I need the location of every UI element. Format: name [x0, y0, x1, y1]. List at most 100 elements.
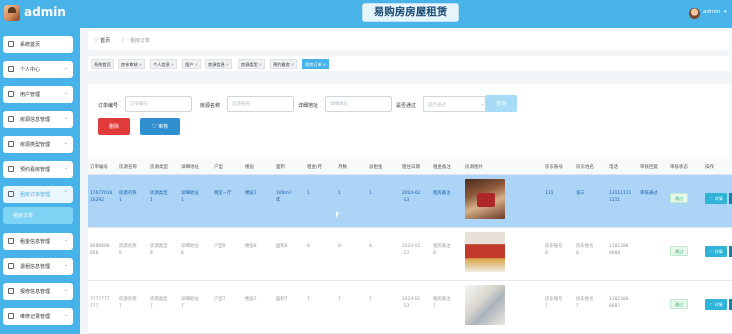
chevron-down-icon: ⌄ [63, 237, 68, 243]
table-row[interactable]: 8888888 888 房源名称 8 房源类型 8 详细地址 8 户型8 楼层8… [88, 228, 732, 281]
cell-rent-month: 8 [307, 244, 310, 249]
sidebar-item-repair-request[interactable]: 报修信息管理 ⌄ [3, 283, 73, 300]
sidebar-item-label: 系统首页 [20, 42, 41, 48]
search-panel: 订单编号 房源名称 详细地址 是否通过 是否通过 ⌄ 查询 删除 ♡ 审核 [88, 84, 730, 163]
th-rent-note: 租金备注 [433, 165, 451, 170]
chevron-down-icon: ⌄ [63, 65, 68, 71]
user-name[interactable]: admin [703, 9, 720, 15]
sidebar-item-house-type[interactable]: 房源类型管理 ⌄ [3, 136, 73, 153]
cell-layout: 户型7 [214, 297, 226, 302]
house-icon [8, 116, 14, 122]
th-total-rent: 总租金 [369, 165, 383, 170]
close-icon[interactable]: × [291, 62, 295, 67]
sidebar-subitem-label: 租房订单 [13, 213, 34, 219]
house-image[interactable] [465, 179, 505, 219]
sidebar-item-label: 租房订单管理 [20, 192, 51, 198]
cell-phone: 13111111 1111 [609, 191, 632, 203]
user-avatar[interactable] [689, 8, 700, 19]
sidebar-item-label: 退租信息管理 [20, 264, 51, 270]
detail-button[interactable]: ♡ 详情 [705, 299, 727, 310]
house-image[interactable] [465, 285, 505, 325]
cell-address: 详细地址 8 [181, 244, 199, 256]
delete-button[interactable]: 删除 [98, 118, 130, 135]
cell-house-type: 房源类型 8 [150, 244, 168, 256]
close-icon[interactable]: × [323, 62, 327, 67]
chevron-down-icon: ⌄ [63, 90, 68, 96]
mouse-pointer-icon [335, 211, 342, 219]
sidebar-item-label: 用户管理 [20, 92, 41, 98]
tag-home[interactable]: 系统首页 [91, 59, 114, 69]
cell-phone: 1382388 8888 [609, 244, 629, 256]
table-row[interactable]: 7777777 777 房源名称 7 房源类型 7 详细地址 7 户型7 楼层7… [88, 281, 732, 334]
tag-house-type[interactable]: 房源类型× [238, 59, 266, 69]
approve-select[interactable]: 是否通过 ⌄ [423, 96, 490, 112]
repair-icon [8, 288, 14, 294]
tag-personal-info[interactable]: 个人信息× [150, 59, 178, 69]
house-image[interactable] [465, 232, 505, 272]
tag-tenant[interactable]: 租户× [182, 59, 201, 69]
cell-floor: 楼层7 [245, 297, 257, 302]
tag-house-info[interactable]: 房源信息× [205, 59, 233, 69]
money-icon [8, 238, 14, 244]
cell-rent-note: 租房备注 7 [433, 297, 451, 309]
cell-house-type: 房源类型 7 [150, 297, 168, 309]
close-icon[interactable]: × [194, 62, 198, 67]
tag-landlord-review[interactable]: 房东审核× [118, 59, 146, 69]
th-layout: 户型 [214, 165, 223, 170]
sidebar-item-label: 报修信息管理 [20, 289, 51, 295]
sidebar-item-house-info[interactable]: 房源信息管理 ⌄ [3, 111, 73, 128]
tag-rental-order[interactable]: 租房订单× [302, 59, 330, 69]
sidebar-item-rental-orders[interactable]: 租房订单管理 ⌃ [3, 186, 73, 203]
close-icon[interactable]: × [171, 62, 175, 67]
return-icon [8, 263, 14, 269]
chevron-down-icon: ⌄ [63, 140, 68, 146]
sidebar-item-label: 个人中心 [20, 67, 41, 73]
cell-total-rent: 1 [369, 191, 372, 196]
heart-icon: ♡ [94, 38, 99, 44]
sidebar-item-users[interactable]: 用户管理 ⌄ [3, 86, 73, 103]
sidebar-item-rent-info[interactable]: 租金信息管理 ⌄ [3, 233, 73, 250]
search-button[interactable]: 查询 [485, 95, 517, 112]
chevron-down-icon: ⌄ [63, 312, 68, 318]
sidebar-item-label: 租金信息管理 [20, 239, 51, 245]
cell-order-no: 7777777 777 [90, 297, 110, 309]
cell-house-name: 房源名称 8 [119, 244, 137, 256]
order-icon [8, 191, 14, 197]
chevron-down-icon: ⌄ [63, 115, 68, 121]
sidebar-item-viewing-appointment[interactable]: 预约看房管理 ⌄ [3, 161, 73, 178]
table-row[interactable]: 17077016 16292 房源名称 1 房源类型 1 详细地址 1 两室一厅… [88, 175, 732, 228]
tag-viewing-appointment[interactable]: 预约看房× [270, 59, 298, 69]
cell-layout: 户型8 [214, 244, 226, 249]
breadcrumb-current: 租房订单 [130, 38, 151, 44]
sidebar-item-home[interactable]: 系统首页 [3, 36, 73, 53]
house-name-label: 房源名称 [200, 103, 221, 109]
sidebar-item-repair-record[interactable]: 维修记录管理 ⌄ [3, 308, 73, 325]
status-badge: 通过 [670, 193, 688, 203]
th-house-image: 房源图片 [465, 165, 483, 170]
breadcrumb-home[interactable]: ♡ 首页 [94, 37, 110, 44]
cell-house-name: 房源名称 7 [119, 297, 137, 309]
cell-rent-date: 2024-02 -13 [402, 244, 421, 256]
th-house-type: 房源类型 [150, 165, 168, 170]
detail-button[interactable]: ♡ 详情 [705, 193, 727, 204]
detail-button[interactable]: ♡ 详情 [705, 246, 727, 257]
close-icon[interactable]: × [226, 62, 230, 67]
th-actions: 操作 [705, 165, 714, 170]
site-title-banner: 易购房房屋租赁 [362, 3, 459, 22]
sidebar-item-personal-center[interactable]: 个人中心 ⌄ [3, 61, 73, 78]
order-no-input[interactable] [125, 96, 192, 112]
chevron-down-icon[interactable]: ▾ [724, 9, 727, 15]
close-icon[interactable]: × [259, 62, 263, 67]
close-icon[interactable]: × [139, 62, 143, 67]
orders-table: 订单编号 房源名称 房源类型 详细地址 户型 楼层 面积 租金/月 月数 总租金… [88, 159, 732, 334]
house-name-input[interactable] [227, 96, 294, 112]
cell-rent-date: 2024-02 -13 [402, 191, 421, 203]
cell-landlord-name: 张三 [576, 191, 585, 196]
sidebar-item-move-out[interactable]: 退租信息管理 ⌄ [3, 258, 73, 275]
cell-rent-month: 7 [307, 297, 310, 302]
sidebar: 系统首页 个人中心 ⌄ 用户管理 ⌄ 房源信息管理 ⌄ 房源类型管理 ⌄ 预约看… [0, 28, 78, 334]
review-button[interactable]: ♡ 审核 [140, 118, 180, 135]
sidebar-subitem-rental-order[interactable]: 租房订单 [3, 207, 73, 224]
cell-address: 详细地址 7 [181, 297, 199, 309]
address-input[interactable] [325, 96, 392, 112]
